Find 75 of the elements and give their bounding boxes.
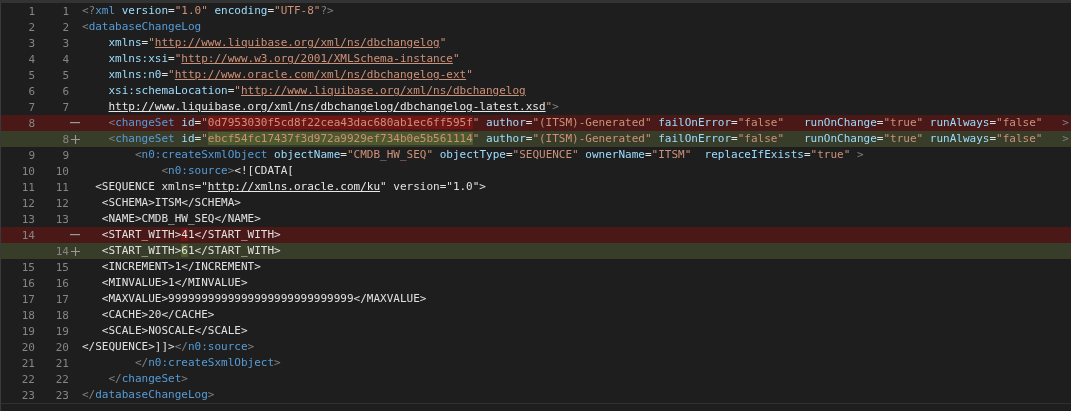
code-line: <n0:createSxmlObject objectName="CMDB_HW_SEQ" objectType="SEQUENCE" ownerName="ITSM" replaceIfExists="true" > — [133, 147, 864, 163]
code-line: <START_WITH>41</START_WITH> — [100, 227, 281, 243]
code-line: <NAME>CMDB_HW_SEQ</NAME> — [100, 211, 261, 227]
line-number: 21 — [21, 356, 35, 370]
line-number: 8 — [28, 116, 35, 130]
plus-icon — [70, 134, 80, 144]
line-number: 11 — [55, 180, 69, 194]
code-line: <n0:source><![CDATA[ — [160, 163, 294, 179]
line-number: 3 — [62, 36, 69, 50]
line-number: 3 — [28, 36, 35, 50]
code-line: http://www.liquibase.org/xml/ns/dbchangelog/dbchangelog-latest.xsd"> — [107, 99, 559, 115]
line-number: 17 — [55, 292, 69, 306]
line-number: 18 — [55, 308, 69, 322]
line-number: 2 — [62, 20, 69, 34]
line-number: 8 — [62, 132, 69, 146]
code-line: <SEQUENCE xmlns="http://xmlns.oracle.com/ku" version="1.0"> — [94, 179, 486, 195]
line-number: 6 — [28, 84, 35, 98]
code-line: <changeSet id="0d7953030f5cd8f22cea43dac680ab1ec6ff595f" author="(ITSM)-Generated" failOnError="false" runOnChange="true" runAlways="false" > — [107, 115, 1069, 131]
line-number: 9 — [28, 148, 35, 162]
line-number: 10 — [55, 164, 69, 178]
code-line: xmlns:xsi="http://www.w3.org/2001/XMLSchema-instance" — [107, 51, 460, 67]
line-number: 1 — [28, 4, 35, 18]
minus-icon — [70, 122, 80, 124]
line-number: 20 — [21, 340, 35, 354]
line-number: 17 — [21, 292, 35, 306]
code-line: <CACHE>20</CACHE> — [100, 307, 215, 323]
line-number: 16 — [55, 276, 69, 290]
line-number: 19 — [55, 324, 69, 338]
line-number: 23 — [55, 388, 69, 402]
line-number: 22 — [55, 372, 69, 386]
code-line: <MAXVALUE>9999999999999999999999999999</MAXVALUE> — [100, 291, 427, 307]
line-number: 5 — [28, 68, 35, 82]
line-number: 23 — [21, 388, 35, 402]
line-number: 1 — [62, 4, 69, 18]
line-number: 14 — [21, 228, 35, 242]
code-line: <START_WITH>61</START_WITH> — [100, 243, 281, 259]
line-number: 19 — [21, 324, 35, 338]
minus-icon — [70, 234, 80, 236]
code-line: xmlns="http://www.liquibase.org/xml/ns/dbchangelog" — [107, 35, 447, 51]
line-number: 14 — [55, 244, 69, 258]
code-line: </n0:createSxmlObject> — [133, 355, 281, 371]
line-number: 18 — [21, 308, 35, 322]
line-number: 4 — [28, 52, 35, 66]
line-number: 13 — [55, 212, 69, 226]
line-number: 16 — [21, 276, 35, 290]
line-number: 9 — [62, 148, 69, 162]
code-line: <databaseChangeLog — [82, 19, 202, 35]
line-number: 4 — [62, 52, 69, 66]
line-number: 6 — [62, 84, 69, 98]
code-line: <SCALE>NOSCALE</SCALE> — [100, 323, 248, 339]
line-number: 15 — [21, 260, 35, 274]
line-number: 12 — [21, 196, 35, 210]
line-number: 13 — [21, 212, 35, 226]
line-number: 5 — [62, 68, 69, 82]
code-line: <?xml version="1.0" encoding="UTF-8"?> — [82, 3, 334, 19]
code-line: <SCHEMA>ITSM</SCHEMA> — [100, 195, 241, 211]
line-number: 7 — [28, 100, 35, 114]
line-number: 15 — [55, 260, 69, 274]
line-number: 10 — [21, 164, 35, 178]
code-line: </databaseChangeLog> — [82, 387, 215, 403]
code-line: </changeSet> — [107, 371, 188, 387]
plus-icon — [70, 246, 80, 256]
code-line: xsi:schemaLocation="http://www.liquibase.org/xml/ns/dbchangelog — [107, 83, 526, 99]
line-number: 12 — [55, 196, 69, 210]
line-number: 7 — [62, 100, 69, 114]
code-line: <MINVALUE>1</MINVALUE> — [100, 275, 248, 291]
line-number: 20 — [55, 340, 69, 354]
line-number: 22 — [21, 372, 35, 386]
code-line: <changeSet id="ebcf54fc17437f3d972a9929ef734b0e5b561114" author="(ITSM)-Generated" failOnError="false" runOnChange="true" runAlways="false" > — [107, 131, 1069, 147]
code-line: xmlns:n0="http://www.oracle.com/xml/ns/dbchangelog-ext" — [107, 67, 473, 83]
code-line: </SEQUENCE>]]></n0:source> — [82, 339, 255, 355]
line-number: 2 — [28, 20, 35, 34]
code-line: <INCREMENT>1</INCREMENT> — [100, 259, 261, 275]
line-number: 21 — [55, 356, 69, 370]
line-number: 11 — [21, 180, 35, 194]
